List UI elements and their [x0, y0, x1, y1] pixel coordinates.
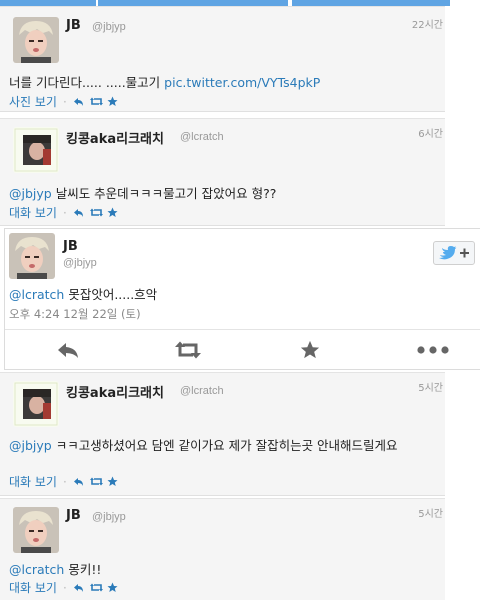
tweet-actions: 대화 보기 ·	[9, 204, 118, 221]
tweet-card[interactable]: 킹콩aka리크래치 @lcratch 6시간 @jbjyp 날씨도 추운데ㅋㅋㅋ…	[0, 118, 445, 226]
mention-link[interactable]: @lcratch	[9, 287, 64, 302]
timestamp[interactable]: 22시간	[412, 16, 443, 31]
media-link[interactable]: pic.twitter.com/VYTs4pkP	[164, 75, 320, 90]
retweet-icon[interactable]	[89, 96, 103, 107]
twitter-bird-follow-icon	[439, 246, 469, 260]
reply-icon[interactable]	[73, 207, 84, 218]
timestamp[interactable]: 6시간	[418, 125, 443, 140]
handle[interactable]: @lcratch	[180, 385, 224, 397]
reply-icon[interactable]	[53, 337, 83, 363]
display-name[interactable]: JB	[66, 18, 81, 33]
tweet-text-body: ㅋㅋ고생하셨어요 담엔 같이가요 제가 잘잡히는곳 안내해드릴게요	[51, 438, 398, 453]
retweet-icon[interactable]	[89, 476, 103, 487]
handle[interactable]: @jbjyp	[92, 21, 126, 33]
tweet-card[interactable]: JB @jbjyp 5시간 @lcratch 몽키!! 대화 보기 ·	[0, 498, 445, 600]
divider	[5, 329, 480, 330]
more-icon[interactable]	[415, 337, 451, 363]
handle[interactable]: @jbjyp	[63, 257, 97, 269]
tweet-text: @lcratch 못잡앗어.....흐악	[9, 286, 439, 303]
handle[interactable]: @jbjyp	[92, 511, 126, 523]
view-conversation-link[interactable]: 대화 보기	[9, 579, 57, 596]
tweet-card[interactable]: 킹콩aka리크래치 @lcratch 5시간 @jbjyp ㅋㅋ고생하셨어요 담…	[0, 372, 445, 496]
tweet-text-body: 못잡앗어.....흐악	[64, 287, 158, 302]
reply-icon[interactable]	[73, 582, 84, 593]
tweet-actions: 사진 보기 ·	[9, 93, 118, 110]
display-name[interactable]: JB	[66, 508, 81, 523]
tweet-datetime: 오후 4:24 12월 22일 (토)	[9, 307, 141, 321]
tweet-text: 너를 기다린다..... .....물고기 pic.twitter.com/VY…	[9, 74, 439, 91]
separator-dot: ·	[62, 94, 67, 109]
tweet-text-body: 몽키!!	[64, 562, 102, 577]
star-icon[interactable]	[107, 96, 118, 107]
tweet-text-body: 날씨도 추운데ㅋㅋㅋ물고기 잡았어요 형??	[51, 186, 277, 201]
separator-dot: ·	[62, 474, 67, 489]
timestamp[interactable]: 5시간	[418, 379, 443, 394]
display-name[interactable]: 킹콩aka리크래치	[66, 382, 164, 401]
retweet-icon[interactable]	[173, 337, 203, 363]
star-icon[interactable]	[295, 337, 325, 363]
tweet-text: @jbjyp 날씨도 추운데ㅋㅋㅋ물고기 잡았어요 형??	[9, 185, 439, 202]
view-conversation-link[interactable]: 대화 보기	[9, 204, 57, 221]
timestamp[interactable]: 5시간	[418, 505, 443, 520]
follow-button[interactable]	[433, 241, 475, 265]
tweet-text: @jbjyp ㅋㅋ고생하셨어요 담엔 같이가요 제가 잘잡히는곳 안내해드릴게요	[9, 437, 441, 454]
avatar[interactable]	[13, 381, 59, 427]
tweet-text: @lcratch 몽키!!	[9, 561, 439, 578]
tweet-card-expanded[interactable]: JB @jbjyp @lcratch 못잡앗어.....흐악 오후 4:24 1…	[4, 228, 480, 370]
star-icon[interactable]	[107, 582, 118, 593]
avatar[interactable]	[13, 17, 59, 63]
display-name[interactable]: JB	[63, 239, 78, 254]
reply-icon[interactable]	[73, 96, 84, 107]
view-photo-link[interactable]: 사진 보기	[9, 93, 57, 110]
tweet-text-body: 너를 기다린다..... .....물고기	[9, 75, 165, 90]
retweet-icon[interactable]	[89, 207, 103, 218]
star-icon[interactable]	[107, 476, 118, 487]
reply-icon[interactable]	[73, 476, 84, 487]
separator-dot: ·	[62, 580, 67, 595]
avatar[interactable]	[13, 507, 59, 553]
avatar[interactable]	[9, 233, 55, 279]
avatar[interactable]	[13, 127, 59, 173]
tweet-actions: 대화 보기 ·	[9, 579, 118, 596]
mention-link[interactable]: @lcratch	[9, 562, 64, 577]
tweet-card[interactable]: JB @jbjyp 22시간 너를 기다린다..... .....물고기 pic…	[0, 6, 445, 112]
star-icon[interactable]	[107, 207, 118, 218]
mention-link[interactable]: @jbjyp	[9, 186, 52, 201]
mention-link[interactable]: @jbjyp	[9, 438, 52, 453]
tweet-actions: 대화 보기 ·	[9, 473, 118, 490]
handle[interactable]: @lcratch	[180, 131, 224, 143]
retweet-icon[interactable]	[89, 582, 103, 593]
view-conversation-link[interactable]: 대화 보기	[9, 473, 57, 490]
separator-dot: ·	[62, 205, 67, 220]
display-name[interactable]: 킹콩aka리크래치	[66, 128, 164, 147]
